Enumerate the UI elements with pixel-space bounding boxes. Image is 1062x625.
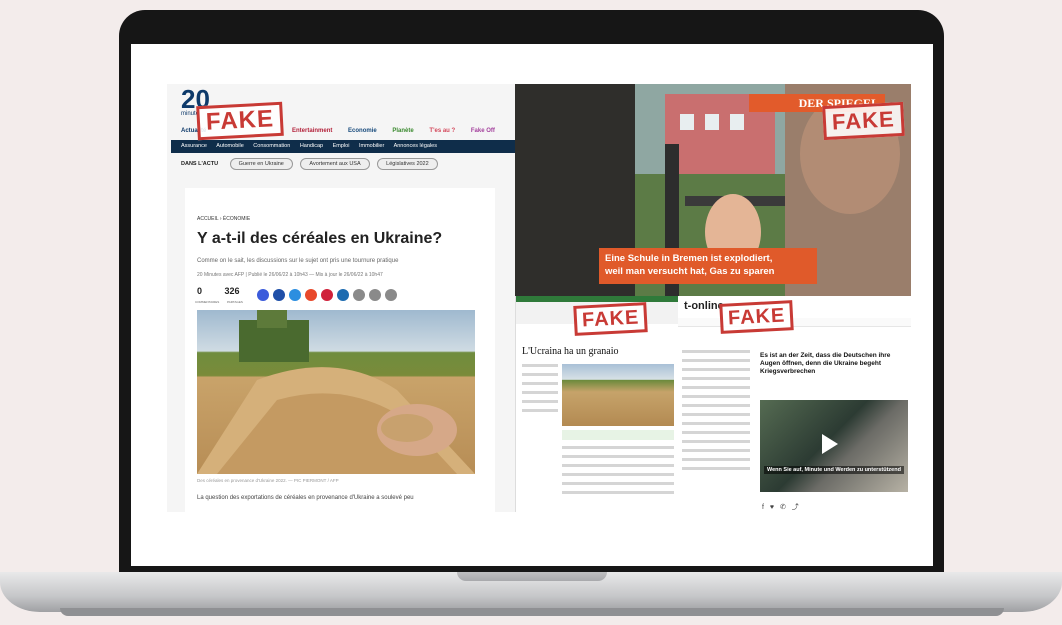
nav-item-economie[interactable]: Economie: [348, 128, 377, 134]
tonline-nav: [678, 318, 911, 327]
subnav-item[interactable]: Immobilier: [359, 143, 384, 149]
print-icon[interactable]: [353, 289, 365, 301]
subnav-item[interactable]: Annonces légales: [394, 143, 437, 149]
fake-stamp: FAKE: [822, 101, 905, 141]
subnav-item[interactable]: Emploi: [333, 143, 350, 149]
article-headline: L'Ucraina ha un granaio: [522, 346, 619, 357]
topic-chip[interactable]: Guerre en Ukraine: [229, 158, 293, 170]
nav-item-tesau[interactable]: T'es au ?: [429, 128, 455, 134]
linkedin-icon[interactable]: [337, 289, 349, 301]
fake-stamp: FAKE: [719, 300, 795, 334]
topic-chip[interactable]: Avortement aux USA: [300, 158, 370, 170]
bookmark-icon[interactable]: [385, 289, 397, 301]
sub-nav: Assurance Automobile Consommation Handic…: [171, 140, 517, 153]
engagement-counts: 0 326: [197, 286, 240, 296]
wheat-photo: [562, 364, 674, 426]
photo-caption: Des céréales en provenance d'Ukraine 202…: [197, 478, 339, 483]
video-player[interactable]: Wenn Sie auf, Minute und Werden zu unter…: [760, 400, 908, 492]
subnav-item[interactable]: Handicap: [300, 143, 323, 149]
article-headline: Es ist an der Zeit, dass die Deutschen i…: [760, 352, 891, 375]
messenger-icon[interactable]: [257, 289, 269, 301]
article-card: ACCUEIL › ÉCONOMIE Y a-t-il des céréales…: [185, 188, 495, 512]
article-headline: Y a-t-il des céréales en Ukraine?: [197, 230, 443, 247]
laptop-foot: [60, 608, 1004, 616]
article-lead: La question des exportations de céréales…: [197, 495, 414, 501]
comments-label: COMMENTAIRES: [195, 300, 220, 304]
screenshot-tonline: t-online Es ist an der Zeit, dass die De…: [678, 296, 911, 512]
screenshot-20minutes: 20 minute Actualité Entertainment Econom…: [167, 84, 517, 512]
mail-icon[interactable]: [369, 289, 381, 301]
screenshot-ucraina-article: L'Ucraina ha un granaio FAKE: [515, 296, 679, 512]
nav-item-planete[interactable]: Planète: [392, 128, 413, 134]
nav-item-fakeoff[interactable]: Fake Off: [471, 128, 495, 134]
facebook-icon[interactable]: [273, 289, 285, 301]
topic-chips: DANS L'ACTU Guerre en Ukraine Avortement…: [181, 158, 444, 170]
dans-lactu-label: DANS L'ACTU: [181, 161, 219, 167]
nav-item-entertainment[interactable]: Entertainment: [292, 128, 332, 134]
screenshot-spiegel-video: DER SPIEGEL Eine Schule in Bremen ist ex…: [515, 84, 911, 296]
fake-stamp: FAKE: [196, 101, 284, 141]
video-caption: Wenn Sie auf, Minute und Werden zu unter…: [764, 466, 904, 474]
shares-count: 326: [224, 286, 240, 296]
subnav-item[interactable]: Automobile: [216, 143, 244, 149]
pinterest-icon[interactable]: [321, 289, 333, 301]
play-icon[interactable]: [822, 434, 838, 454]
flipboard-icon[interactable]: [305, 289, 317, 301]
info-box: [562, 430, 674, 440]
article-meta: 20 Minutes avec AFP | Publié le 26/06/22…: [197, 272, 383, 278]
fake-stamp: FAKE: [573, 302, 649, 336]
wheat-harvest-photo: [197, 310, 475, 474]
article-body: [562, 446, 674, 500]
share-icons[interactable]: f ♥ ✆ ⤴: [762, 502, 801, 512]
tonline-list: [682, 350, 750, 476]
shares-label: PARTAGES: [227, 300, 243, 304]
site-logo[interactable]: t-online: [684, 300, 724, 312]
video-subtitle: Eine Schule in Bremen ist explodiert, we…: [599, 248, 817, 284]
subnav-item[interactable]: Consommation: [253, 143, 290, 149]
article-subhead: Comme on le sait, les discussions sur le…: [197, 258, 399, 264]
wheat-photo-art: [197, 310, 475, 474]
twitter-icon[interactable]: [289, 289, 301, 301]
laptop-notch: [457, 572, 607, 581]
subnav-item[interactable]: Assurance: [181, 143, 207, 149]
comments-count[interactable]: 0: [197, 286, 202, 296]
article-sidebar: [522, 364, 558, 454]
breadcrumb[interactable]: ACCUEIL › ÉCONOMIE: [197, 216, 250, 222]
laptop-screen: 20 minute Actualité Entertainment Econom…: [131, 44, 933, 566]
topic-chip[interactable]: Législatives 2022: [377, 158, 438, 170]
